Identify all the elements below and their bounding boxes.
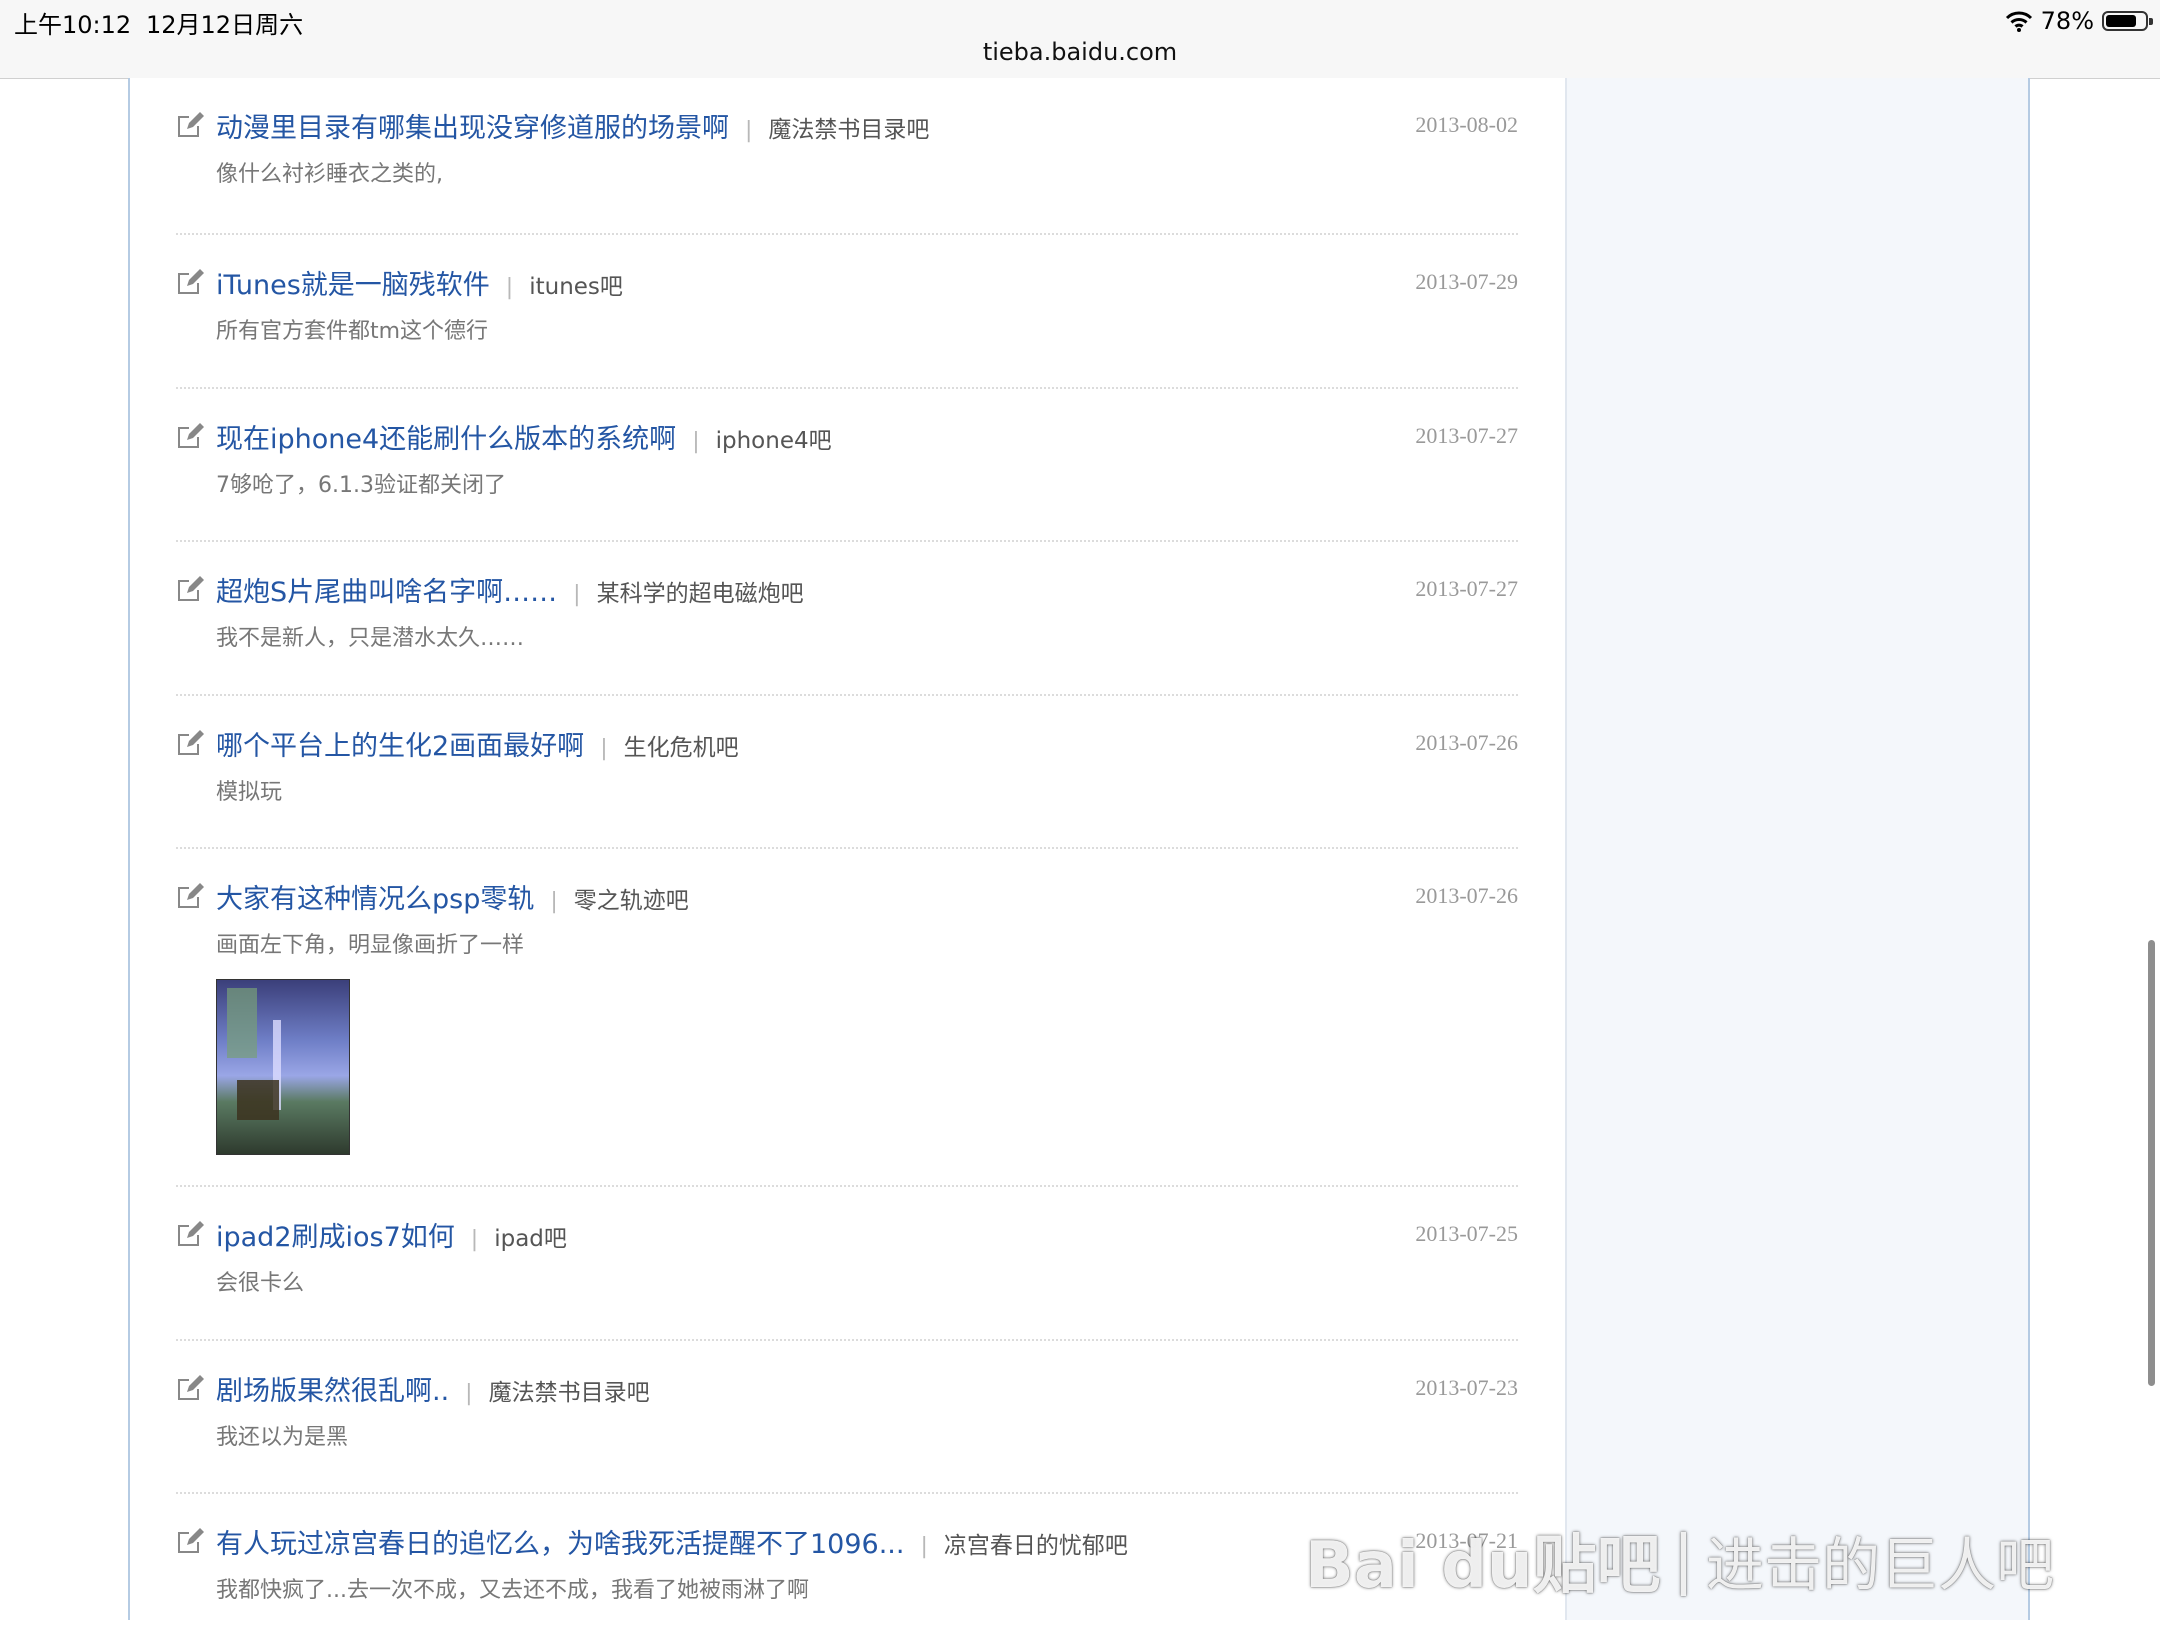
post-title-link[interactable]: 动漫里目录有哪集出现没穿修道服的场景啊: [216, 113, 729, 144]
list-item: 动漫里目录有哪集出现没穿修道服的场景啊 | 魔法禁书目录吧 2013-08-02 像…: [176, 78, 1518, 235]
edit-icon: [176, 112, 204, 140]
post-snippet: 7够呛了，6.1.3验证都关闭了: [216, 473, 506, 498]
post-title-link[interactable]: ipad2刷成ios7如何: [216, 1222, 455, 1253]
list-item: 现在iphone4还能刷什么版本的系统啊 | iphone4吧 2013-07-27…: [176, 389, 1518, 542]
edit-icon: [176, 1528, 204, 1556]
post-snippet: 我不是新人，只是潜水太久……: [216, 626, 525, 651]
list-item: 超炮S片尾曲叫啥名字啊…… | 某科学的超电磁炮吧 2013-07-27 我不是新人…: [176, 542, 1518, 696]
list-item: 哪个平台上的生化2画面最好啊 | 生化危机吧 2013-07-26 模拟玩: [176, 696, 1518, 849]
battery-percent: 78%: [2040, 7, 2094, 35]
post-title-link[interactable]: 有人玩过凉宫春日的追忆么，为啥我死活提醒不了1096...: [216, 1529, 904, 1560]
post-title-link[interactable]: 哪个平台上的生化2画面最好啊: [216, 731, 584, 762]
post-snippet: 所有官方套件都tm这个德行: [216, 319, 489, 344]
edit-icon: [176, 269, 204, 297]
post-snippet: 会很卡么: [216, 1271, 305, 1296]
post-snippet: 模拟玩: [216, 780, 283, 805]
post-date: 2013-07-27: [1415, 576, 1518, 601]
post-snippet: 像什么衬衫睡衣之类的,: [216, 162, 443, 187]
edit-icon: [176, 423, 204, 451]
forum-name-link[interactable]: iphone4吧: [716, 428, 832, 454]
post-date: 2013-07-25: [1415, 1221, 1518, 1246]
status-indicators: 78%: [2005, 4, 2153, 38]
forum-name-link[interactable]: 凉宫春日的忧郁吧: [944, 1533, 1128, 1559]
forum-name-link[interactable]: 某科学的超电磁炮吧: [597, 581, 804, 607]
address-bar-url[interactable]: tieba.baidu.com: [0, 38, 2160, 66]
browser-top-bar: 上午10:12 12月12日周六 78% tieba.baidu.com: [0, 0, 2160, 79]
post-snippet: 我都快疯了...去一次不成，又去还不成，我看了她被雨淋了啊: [216, 1578, 809, 1603]
post-date: 2013-08-02: [1415, 112, 1518, 137]
forum-name-link[interactable]: 零之轨迹吧: [574, 888, 689, 914]
list-item: 大家有这种情况么psp零轨 | 零之轨迹吧 2013-07-26 画面左下角，明显像…: [176, 849, 1518, 1187]
edit-icon: [176, 576, 204, 604]
list-item: ipad2刷成ios7如何 | ipad吧 2013-07-25 会很卡么: [176, 1187, 1518, 1341]
post-date: 2013-07-27: [1415, 423, 1518, 448]
post-date: 2013-07-26: [1415, 883, 1518, 908]
list-item: 有人玩过凉宫春日的追忆么，为啥我死活提醒不了1096... | 凉宫春日的忧郁吧 2…: [176, 1494, 1518, 1644]
battery-icon: [2102, 11, 2153, 31]
post-title-link[interactable]: 大家有这种情况么psp零轨: [216, 884, 534, 915]
status-time: 上午10:12: [14, 11, 132, 39]
post-thumbnail-image[interactable]: [216, 979, 350, 1155]
post-title-link[interactable]: 剧场版果然很乱啊..: [216, 1376, 449, 1407]
list-item: iTunes就是一脑残软件 | itunes吧 2013-07-29 所有官方套件都…: [176, 235, 1518, 389]
post-date: 2013-07-23: [1415, 1375, 1518, 1400]
edit-icon: [176, 1375, 204, 1403]
edit-icon: [176, 730, 204, 758]
edit-icon: [176, 1221, 204, 1249]
post-date: 2013-07-21: [1415, 1528, 1518, 1553]
post-date: 2013-07-29: [1415, 269, 1518, 294]
post-date: 2013-07-26: [1415, 730, 1518, 755]
right-sidebar: [1565, 78, 2028, 1620]
forum-name-link[interactable]: 魔法禁书目录吧: [489, 1380, 650, 1406]
post-snippet: 画面左下角，明显像画折了一样: [216, 933, 525, 958]
post-snippet: 我还以为是黑: [216, 1425, 349, 1450]
forum-name-link[interactable]: 魔法禁书目录吧: [768, 117, 929, 143]
wifi-icon: [2005, 10, 2033, 32]
forum-name-link[interactable]: ipad吧: [494, 1226, 567, 1252]
post-title-link[interactable]: 超炮S片尾曲叫啥名字啊……: [216, 577, 557, 608]
post-title-link[interactable]: 现在iphone4还能刷什么版本的系统啊: [216, 424, 676, 455]
post-title-link[interactable]: iTunes就是一脑残软件: [216, 270, 490, 301]
edit-icon: [176, 883, 204, 911]
forum-name-link[interactable]: itunes吧: [529, 274, 623, 300]
forum-name-link[interactable]: 生化危机吧: [624, 735, 739, 761]
status-date: 12月12日周六: [146, 11, 304, 39]
scrollbar[interactable]: [2148, 940, 2155, 1386]
post-list: 动漫里目录有哪集出现没穿修道服的场景啊 | 魔法禁书目录吧 2013-08-02 像…: [176, 78, 1518, 1644]
list-item: 剧场版果然很乱啊.. | 魔法禁书目录吧 2013-07-23 我还以为是黑: [176, 1341, 1518, 1494]
